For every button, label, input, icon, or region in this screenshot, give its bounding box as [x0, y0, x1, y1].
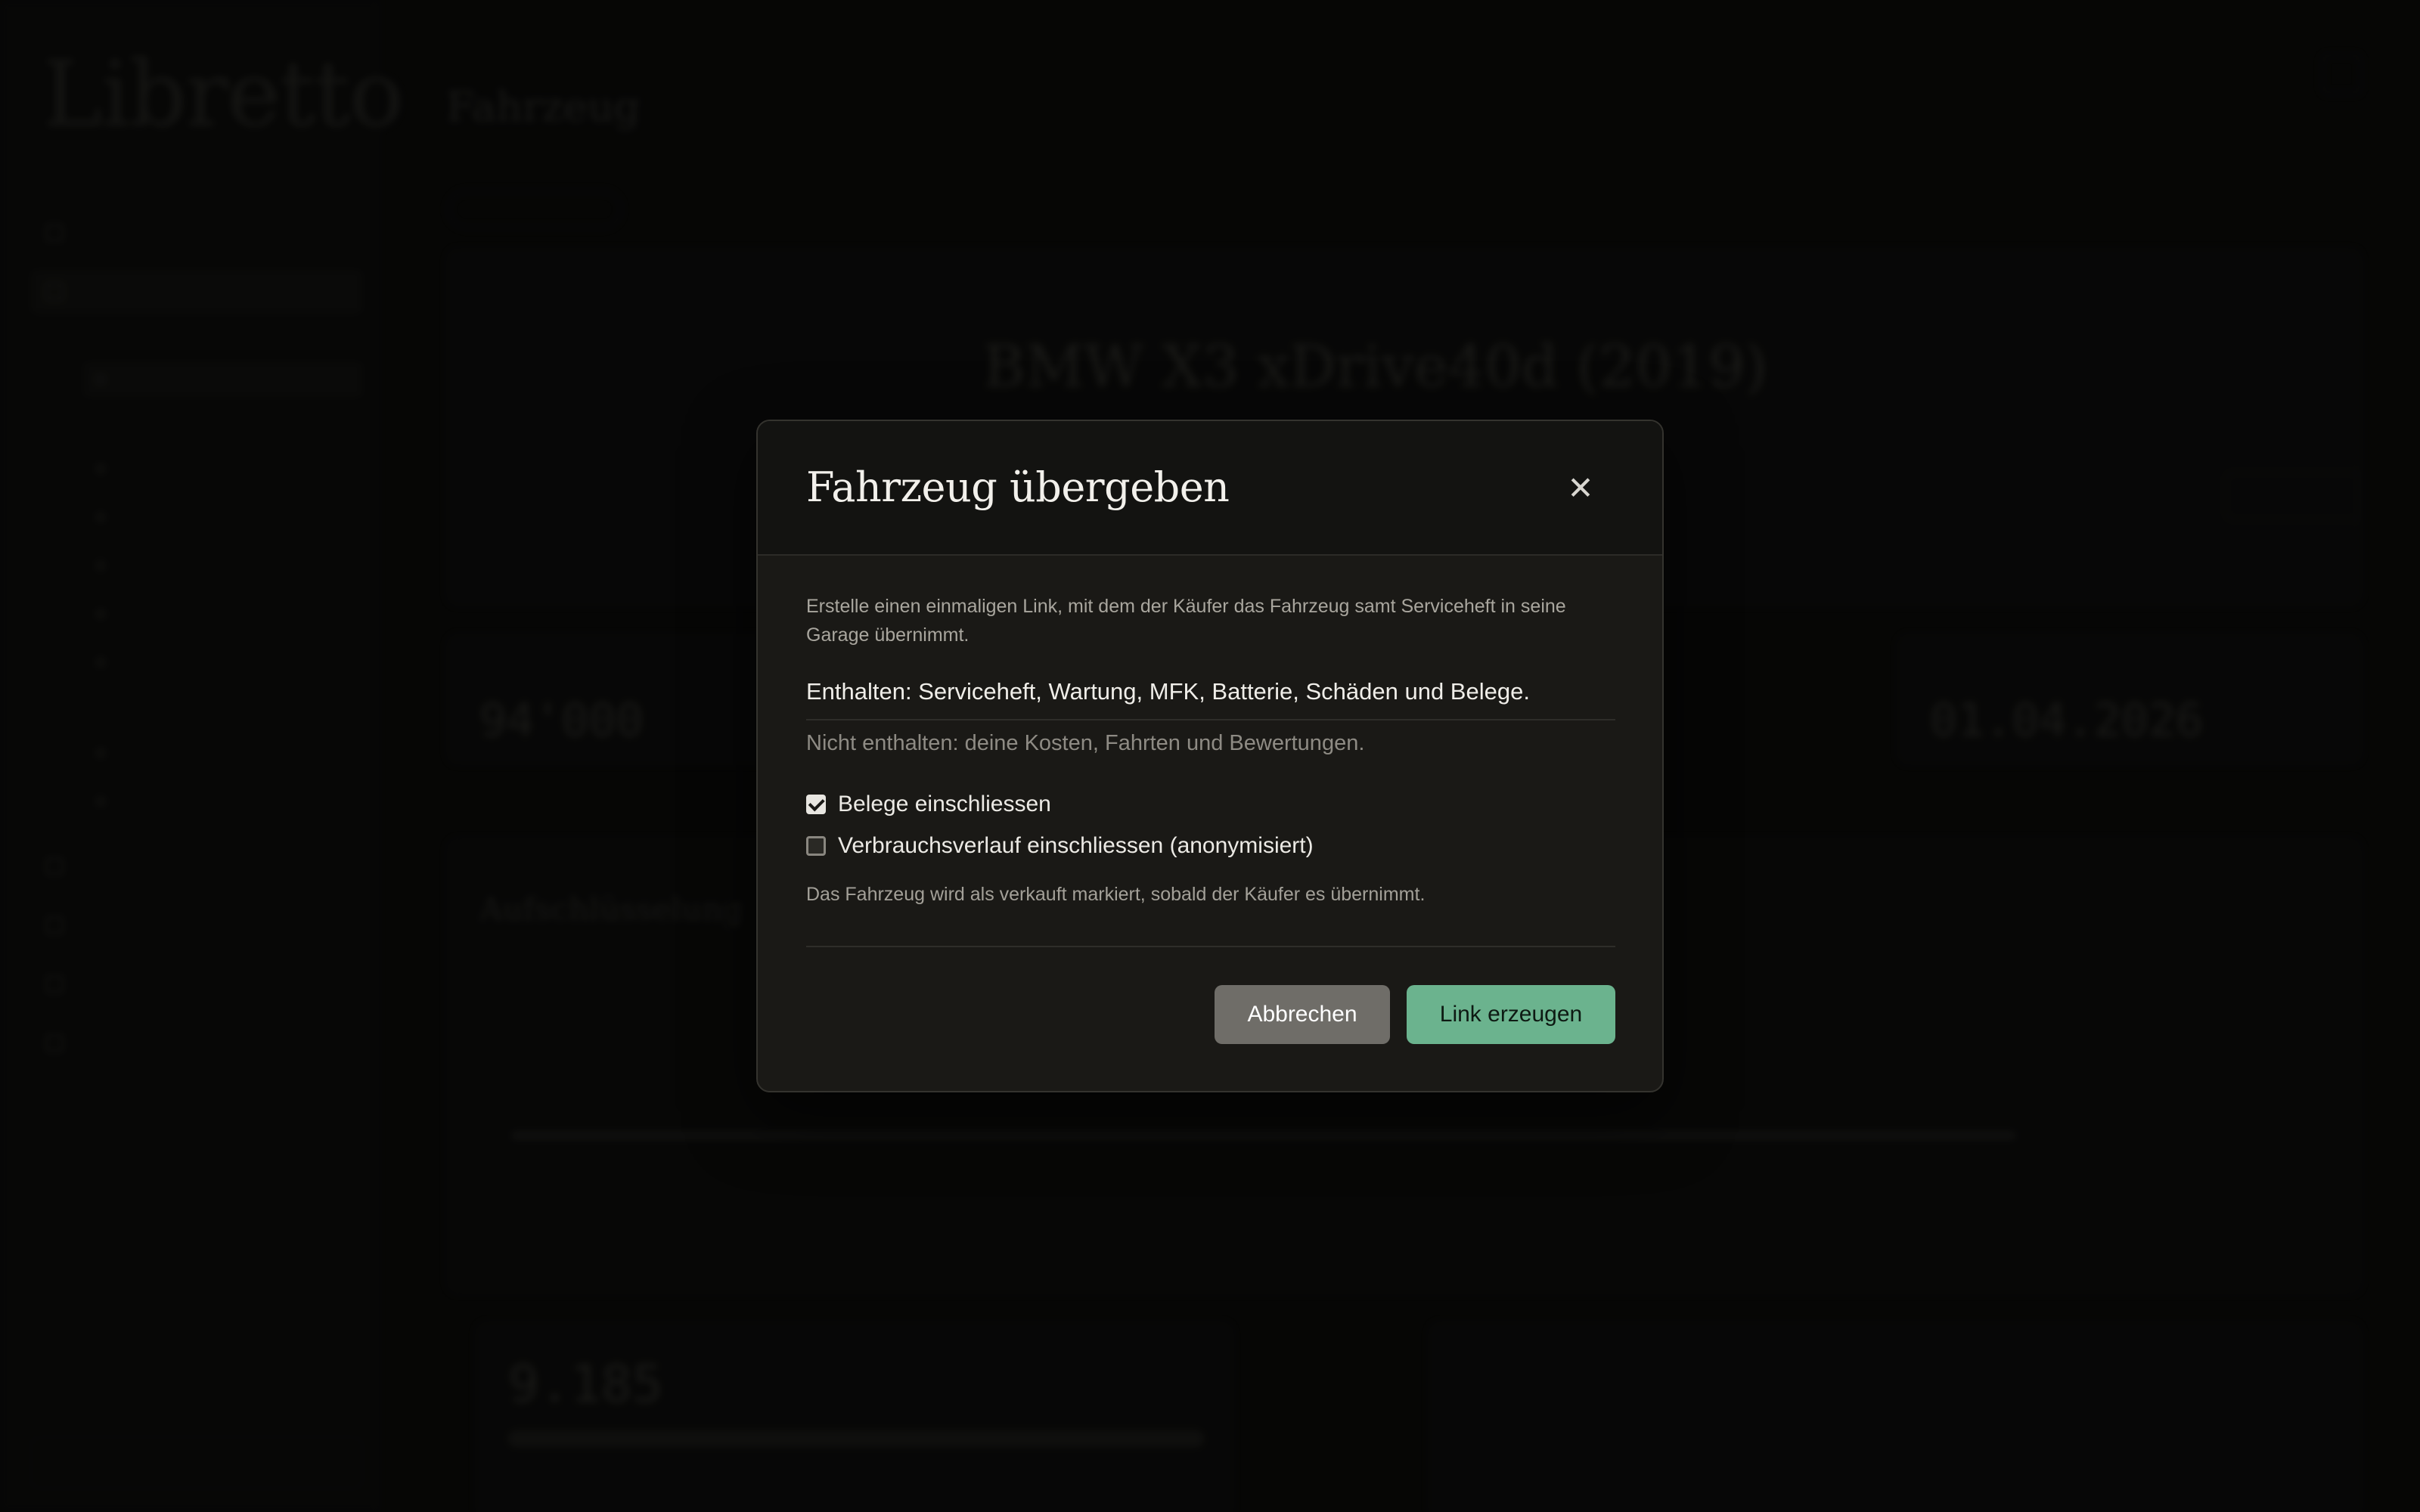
include-consumption-checkbox[interactable]: Verbrauchsverlauf einschliessen (anonymi… — [806, 833, 1314, 859]
included-items: Enthalten: Serviceheft, Wartung, MFK, Ba… — [806, 678, 1530, 705]
dialog-title: Fahrzeug übergeben — [806, 463, 1230, 511]
divider — [806, 946, 1615, 947]
generate-link-button[interactable]: Link erzeugen — [1407, 985, 1615, 1044]
dialog-header: Fahrzeug übergeben ✕ — [758, 421, 1662, 556]
checkbox-label: Verbrauchsverlauf einschliessen (anonymi… — [838, 833, 1314, 858]
checkbox-checked-icon[interactable] — [806, 795, 826, 814]
excluded-items: Nicht enthalten: deine Kosten, Fahrten u… — [806, 731, 1365, 755]
sold-note: Das Fahrzeug wird als verkauft markiert,… — [806, 884, 1426, 905]
close-icon[interactable]: ✕ — [1558, 465, 1603, 510]
dialog-description: Erstelle einen einmaligen Link, mit dem … — [806, 596, 1566, 646]
checkbox-label: Belege einschliessen — [838, 792, 1051, 816]
handover-dialog: Fahrzeug übergeben ✕ Erstelle einen einm… — [756, 420, 1664, 1092]
divider — [806, 719, 1615, 720]
checkbox-unchecked-icon[interactable] — [806, 836, 826, 856]
include-receipts-checkbox[interactable]: Belege einschliessen — [806, 792, 1051, 817]
cancel-button[interactable]: Abbrechen — [1215, 985, 1390, 1044]
